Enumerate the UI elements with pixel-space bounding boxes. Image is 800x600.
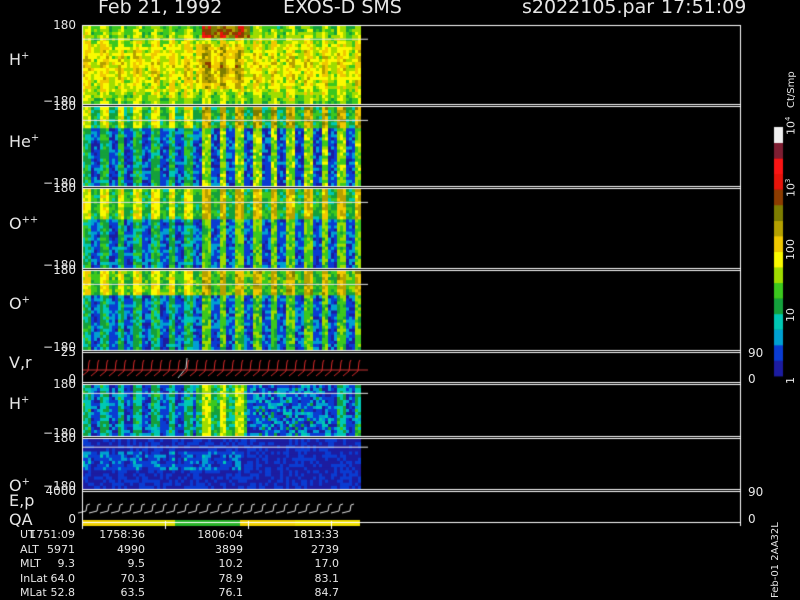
panel-right-tick-bottom-e-p: 0	[748, 512, 756, 526]
panel-tick-top-o-plus-2: 180	[53, 431, 76, 445]
panel-tick-top-o-plus-plus: 180	[53, 181, 76, 195]
table-label-alt: ALT	[20, 542, 39, 556]
colorbar-label-1e4: 104	[784, 116, 798, 135]
panel-label-sup-o-plus-plus: ++	[21, 214, 39, 226]
qa-label: QA	[9, 510, 33, 529]
panel-tick-top-o-plus: 180	[53, 263, 76, 277]
table-value: 1751:09	[29, 528, 75, 541]
panel-label-he-plus: He+	[9, 132, 40, 151]
table-label-inlat: InLat	[20, 571, 48, 585]
panel-label-o-plus: O+	[9, 294, 30, 313]
table-value: 17.0	[314, 557, 340, 570]
table-value: 52.8	[50, 586, 76, 599]
colorbar-label-sup-1e4: 4	[784, 116, 792, 121]
table-label-mlat: MLat	[20, 586, 47, 599]
panel-label-v-r: V,r	[9, 353, 32, 372]
panel-tick-top-e-p: 4000	[45, 484, 76, 498]
table-value: 64.0	[50, 571, 76, 585]
table-value: 76.1	[218, 586, 244, 599]
panel-label-h-plus: H+	[9, 50, 30, 69]
table-value: 1758:36	[99, 528, 145, 541]
panel-label-h-plus-2: H+	[9, 394, 30, 413]
colorbar-label-10: 10	[784, 307, 797, 322]
panel-right-tick-top-e-p: 90	[748, 485, 764, 499]
panel-right-tick-top-v-r: 90	[748, 346, 764, 360]
colorbar-label-1: 1	[784, 377, 797, 384]
panel-label-sup-h-plus: +	[21, 50, 30, 62]
header-file: s2022105.par	[522, 0, 655, 18]
panel-right-tick-bottom-v-r: 0	[748, 372, 756, 386]
panel-label-o-plus-plus: O++	[9, 214, 39, 233]
panel-label-sup-he-plus: +	[30, 132, 40, 144]
header-time: 17:51:09	[661, 0, 747, 18]
table-value: 9.3	[57, 557, 76, 570]
table-value: 78.9	[218, 571, 244, 585]
table-value: 4990	[117, 542, 145, 556]
colorbar-label-sup-1e3: 3	[784, 178, 792, 184]
header-date: Feb 21, 1992	[98, 0, 223, 18]
table-value: 83.1	[314, 571, 340, 585]
table-value: 1813:33	[293, 528, 339, 541]
table-label-mlt: MLT	[20, 557, 41, 570]
panel-label-sup-h-plus-2: +	[21, 394, 30, 406]
spectrogram-canvas	[0, 0, 800, 600]
table-value: 5971	[47, 542, 75, 556]
panel-tick-top-v-r: 25	[60, 345, 76, 359]
colorbar-label-1e3: 103	[784, 178, 798, 198]
panel-label-sup-o-plus: +	[21, 294, 30, 306]
table-value: 9.5	[127, 557, 146, 570]
table-value: 10.2	[218, 557, 244, 570]
header-instrument: EXOS-D SMS	[283, 0, 402, 18]
panel-tick-top-h-plus: 180	[53, 18, 76, 32]
panel-tick-bottom-e-p: 0	[68, 512, 76, 526]
panel-label-sup-o-plus-2: +	[21, 476, 30, 488]
panel-label-e-p: E,p	[9, 491, 35, 510]
table-value: 1806:04	[197, 528, 243, 541]
panel-tick-top-h-plus-2: 180	[53, 377, 76, 391]
table-value: 84.7	[314, 586, 340, 599]
table-value: 63.5	[120, 586, 146, 599]
footer-note: Feb-01 2AA32L	[770, 522, 781, 598]
table-value: 70.3	[120, 571, 146, 585]
colorbar-label-100: 100	[784, 238, 797, 260]
table-value: 2739	[311, 542, 339, 556]
colorbar-unit-label: Ct/Smp	[786, 71, 797, 108]
panel-tick-top-he-plus: 180	[53, 99, 76, 113]
table-value: 3899	[215, 542, 243, 556]
